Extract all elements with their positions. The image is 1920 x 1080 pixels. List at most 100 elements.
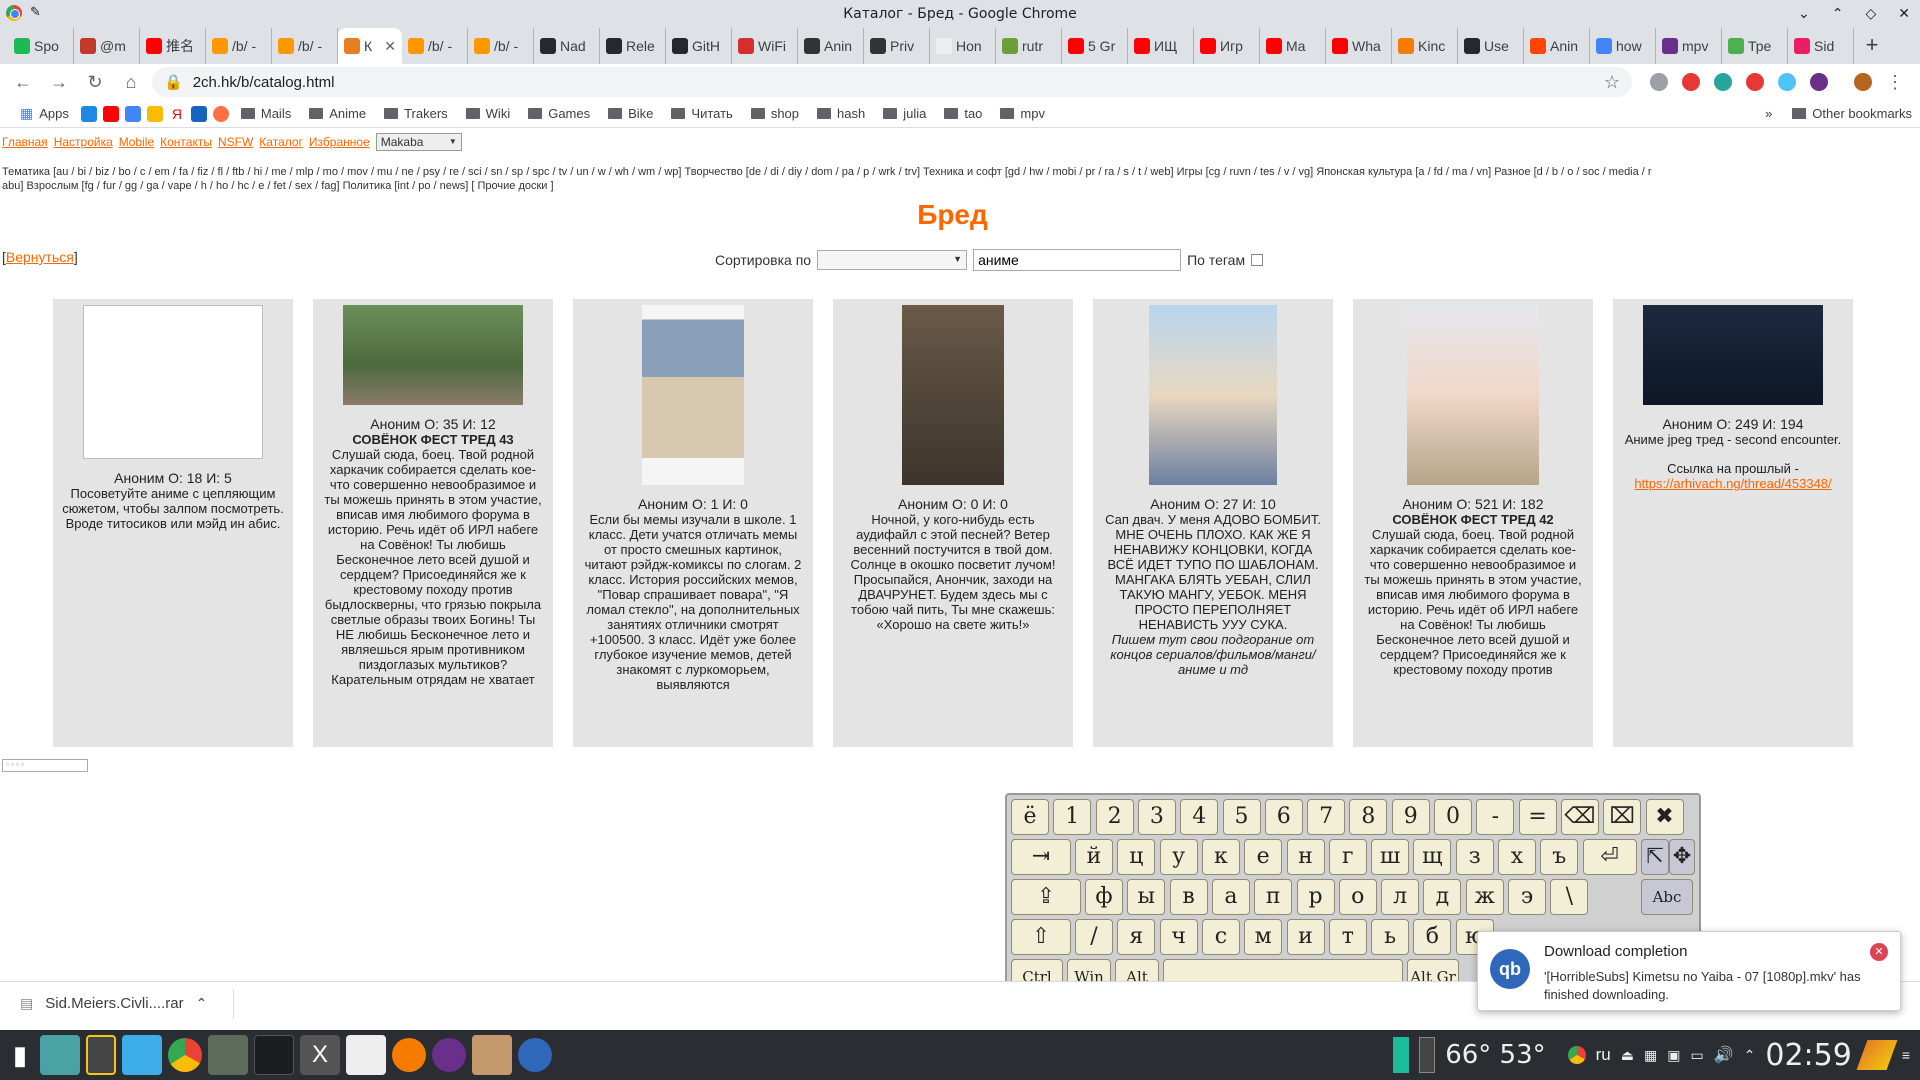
key[interactable]: 3	[1137, 799, 1176, 835]
thread-archive-link[interactable]: https://arhivach.ng/thread/453348/	[1634, 476, 1831, 491]
docs-bookmark-icon[interactable]	[124, 105, 141, 122]
board-list-line-2[interactable]: abu] Взрослым [fg / fur / gg / ga / vape…	[2, 179, 1902, 193]
key[interactable]: ч	[1159, 919, 1198, 955]
youtube-bookmark-icon[interactable]	[102, 105, 119, 122]
media-player-icon[interactable]	[392, 1038, 426, 1072]
browser-tab[interactable]: @m	[74, 28, 140, 64]
browser-tab[interactable]: Игр	[1194, 28, 1260, 64]
key[interactable]: г	[1328, 839, 1367, 875]
cart-bookmark-icon[interactable]	[190, 105, 207, 122]
browser-tab[interactable]: Kinc	[1392, 28, 1458, 64]
network-icon[interactable]: ▦	[1644, 1047, 1657, 1064]
key[interactable]: щ	[1413, 839, 1452, 875]
tray-menu-icon[interactable]: ≡	[1902, 1047, 1910, 1063]
key[interactable]: 6	[1264, 799, 1303, 835]
bookmark-folder[interactable]: shop	[745, 106, 805, 121]
tray-expand-icon[interactable]: ⌃	[1744, 1047, 1756, 1064]
key[interactable]: х	[1498, 839, 1536, 875]
browser-tab[interactable]: Nad	[534, 28, 600, 64]
chrome-taskbar-icon[interactable]	[168, 1038, 202, 1072]
key[interactable]: и	[1286, 919, 1325, 955]
browser-tab[interactable]: mpv	[1656, 28, 1722, 64]
address-bar[interactable]: 🔒 2ch.hk/b/catalog.html ☆	[152, 67, 1632, 97]
extension-purple-icon[interactable]	[1810, 73, 1828, 91]
download-chevron-icon[interactable]: ⌃	[196, 995, 208, 1012]
sort-select[interactable]	[817, 250, 968, 270]
extension-shield-icon[interactable]	[1746, 73, 1764, 91]
key[interactable]: т	[1328, 919, 1367, 955]
url-text[interactable]: 2ch.hk/b/catalog.html	[193, 74, 335, 91]
thread-thumbnail[interactable]	[1407, 305, 1539, 485]
key[interactable]: /	[1075, 919, 1113, 955]
close-keyboard-icon[interactable]: ✖	[1645, 799, 1684, 835]
key[interactable]: 2	[1095, 799, 1134, 835]
browser-tab[interactable]: Spo	[8, 28, 74, 64]
bookmark-icon-1[interactable]	[80, 105, 97, 122]
bookmark-folder[interactable]: julia	[877, 106, 932, 121]
bookmark-folder[interactable]: mpv	[994, 106, 1051, 121]
browser-tab[interactable]: К ✕	[338, 28, 402, 64]
bookmark-folder[interactable]: Читать	[665, 106, 738, 121]
widgets-icon[interactable]	[86, 1035, 116, 1075]
bookmark-folder[interactable]: tao	[938, 106, 988, 121]
chrome-tray-icon[interactable]	[1567, 1046, 1586, 1064]
key[interactable]: ц	[1117, 839, 1156, 875]
resize-handle[interactable]: ▫ ▫ ▫ ▫	[2, 759, 88, 772]
delete-key-icon[interactable]: ⌧	[1603, 799, 1642, 835]
bookmark-star-icon[interactable]: ☆	[1604, 72, 1620, 93]
abc-key[interactable]: Abc	[1641, 879, 1693, 915]
extension-blue-icon[interactable]	[1778, 73, 1796, 91]
key[interactable]: 8	[1349, 799, 1388, 835]
backspace-key-icon[interactable]: ⌫	[1560, 799, 1599, 835]
browser-tab[interactable]: Priv	[864, 28, 930, 64]
key[interactable]: ъ	[1540, 839, 1579, 875]
desktop-pager-icon[interactable]	[40, 1035, 80, 1075]
clock[interactable]: 02:59	[1765, 1038, 1851, 1073]
key[interactable]: 4	[1180, 799, 1219, 835]
browser-tab[interactable]: /b/ -	[272, 28, 338, 64]
download-notification[interactable]: qb Download completion '[HorribleSubs] K…	[1477, 931, 1901, 1011]
key[interactable]: о	[1338, 879, 1377, 915]
bookmark-folder[interactable]: Mails	[235, 106, 297, 121]
thread-card[interactable]: Аноним О: 521 И: 182 СОВЁНОК ФЕСТ ТРЕД 42…	[1353, 299, 1593, 747]
browser-tab[interactable]: WiFi	[732, 28, 798, 64]
browser-tab[interactable]: ИЩ	[1128, 28, 1194, 64]
thread-card[interactable]: Аноним О: 18 И: 5 Посоветуйте аниме с цеп…	[53, 299, 293, 747]
key[interactable]: р	[1296, 879, 1335, 915]
key[interactable]: я	[1117, 919, 1156, 955]
browser-tab[interactable]: how	[1590, 28, 1656, 64]
forward-arrow-icon[interactable]: →	[44, 67, 74, 97]
browser-tab[interactable]: 推名	[140, 28, 206, 64]
topnav-link[interactable]: NSFW	[218, 135, 253, 149]
key[interactable]: =	[1518, 799, 1557, 835]
extension-red-icon[interactable]	[1682, 73, 1700, 91]
key[interactable]: к	[1201, 839, 1240, 875]
key[interactable]: д	[1423, 879, 1462, 915]
key[interactable]: м	[1244, 919, 1283, 955]
bookmark-folder[interactable]: Wiki	[460, 106, 517, 121]
browser-tab[interactable]: /b/ -	[402, 28, 468, 64]
key[interactable]: 1	[1053, 799, 1092, 835]
browser-tab[interactable]: Тре	[1722, 28, 1788, 64]
archive-icon[interactable]	[472, 1035, 512, 1075]
capslock-key-icon[interactable]: ⇪	[1011, 879, 1081, 915]
key[interactable]: \	[1550, 879, 1589, 915]
key[interactable]: 0	[1434, 799, 1472, 835]
maximize-icon[interactable]: ⌃	[1832, 0, 1844, 28]
browser-tab[interactable]: Rele	[600, 28, 666, 64]
tab-key-icon[interactable]: ⇥	[1011, 839, 1071, 875]
back-arrow-icon[interactable]: ←	[8, 67, 38, 97]
start-menu-icon[interactable]: ▮	[6, 1035, 34, 1075]
new-tab-button[interactable]: +	[1854, 28, 1890, 64]
browser-tab[interactable]: 5 Gr	[1062, 28, 1128, 64]
thread-thumbnail[interactable]	[1643, 305, 1823, 405]
key[interactable]: с	[1201, 919, 1240, 955]
catalog-search-input[interactable]: аниме	[973, 249, 1182, 271]
browser-tab[interactable]: /b/ -	[468, 28, 534, 64]
key[interactable]: 5	[1222, 799, 1261, 835]
topnav-link[interactable]: Избранное	[309, 135, 370, 149]
topnav-link[interactable]: Контакты	[160, 135, 212, 149]
key[interactable]: ш	[1371, 839, 1410, 875]
file-manager-icon[interactable]	[122, 1035, 162, 1075]
thread-thumbnail[interactable]	[83, 305, 263, 459]
